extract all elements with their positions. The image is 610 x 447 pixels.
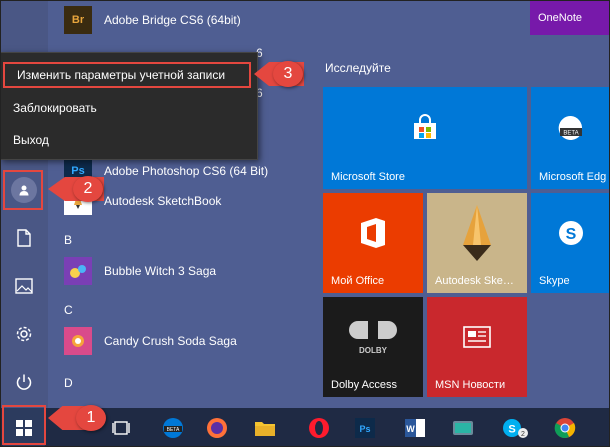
- task-view-icon: [112, 420, 130, 435]
- list-item-label: Autodesk SketchBook: [104, 194, 222, 208]
- taskbar-opera[interactable]: [300, 408, 338, 447]
- svg-text:BETA: BETA: [167, 427, 180, 433]
- list-item-label: Adobe Photoshop CS6 (64 Bit): [104, 164, 269, 178]
- taskbar-firefox[interactable]: [198, 408, 236, 447]
- document-icon: [17, 229, 31, 247]
- tile-label: Skype: [539, 275, 570, 287]
- power-button[interactable]: [0, 360, 48, 404]
- svg-text:W: W: [406, 424, 415, 434]
- list-item-label: Adobe Bridge CS6 (64bit): [104, 13, 241, 27]
- tile-label: Microsoft Edg: [539, 171, 607, 183]
- svg-text:Ps: Ps: [359, 424, 370, 434]
- bubble-witch-icon: [64, 257, 92, 285]
- office-icon: [323, 193, 423, 273]
- tablet-icon: [453, 420, 473, 435]
- start-button-highlight: [2, 405, 46, 445]
- callout-badge-3: 3: [273, 61, 303, 87]
- tile-group-title: Исследуйте: [325, 61, 391, 75]
- svg-text:2: 2: [521, 431, 525, 438]
- svg-text:S: S: [565, 226, 576, 243]
- svg-text:BETA: BETA: [563, 131, 578, 137]
- svg-text:S: S: [508, 423, 515, 435]
- change-account-settings-item[interactable]: Изменить параметры учетной записи: [3, 62, 251, 88]
- user-account-highlight: [3, 170, 43, 210]
- bridge-icon: Br: [64, 6, 92, 34]
- tile-label: Autodesk Ske…: [435, 275, 514, 287]
- word-icon: W: [405, 418, 425, 437]
- tile-label: OneNote: [538, 11, 583, 24]
- power-icon: [16, 374, 32, 390]
- tile-my-office[interactable]: Мой Office: [323, 193, 423, 293]
- edge-beta-icon: BETA: [163, 417, 183, 438]
- dolby-icon: DOLBY: [323, 297, 423, 377]
- taskbar-photoshop[interactable]: Ps: [346, 408, 384, 447]
- folder-icon: [255, 421, 275, 436]
- tile-autodesk-sketchbook[interactable]: Autodesk Ske…: [427, 193, 527, 293]
- sign-out-item[interactable]: Выход: [1, 125, 257, 155]
- documents-button[interactable]: [0, 216, 48, 260]
- tile-microsoft-edge[interactable]: BETA Microsoft Edg: [531, 87, 610, 189]
- list-item-bubble-witch[interactable]: Bubble Witch 3 Saga: [48, 251, 310, 291]
- tile-microsoft-store[interactable]: Microsoft Store: [323, 87, 527, 189]
- taskbar-tablet-app[interactable]: [444, 408, 482, 447]
- svg-text:DOLBY: DOLBY: [359, 346, 388, 355]
- pencil-icon: [427, 193, 527, 273]
- skype-icon: S: [531, 193, 610, 273]
- picture-icon: [15, 278, 33, 294]
- gear-icon: [16, 326, 32, 342]
- tile-onenote[interactable]: OneNote: [530, 0, 610, 35]
- firefox-icon: [207, 417, 227, 438]
- tile-label: Microsoft Store: [331, 171, 405, 183]
- taskbar-skype[interactable]: S2: [496, 408, 534, 447]
- taskbar-chrome[interactable]: [546, 408, 584, 447]
- tile-dolby-access[interactable]: DOLBY Dolby Access: [323, 297, 423, 397]
- opera-icon: [309, 417, 329, 438]
- list-item-label: Bubble Witch 3 Saga: [104, 264, 217, 278]
- photoshop-icon: Ps: [355, 417, 375, 438]
- taskbar-word[interactable]: W: [396, 408, 434, 447]
- candy-crush-icon: [64, 327, 92, 355]
- callout-badge-2: 2: [73, 176, 103, 202]
- task-view-button[interactable]: [102, 408, 140, 447]
- callout-badge-1: 1: [76, 405, 106, 431]
- pictures-button[interactable]: [0, 264, 48, 308]
- section-header-b[interactable]: B: [64, 233, 72, 247]
- news-icon: [427, 297, 527, 377]
- taskbar-file-explorer[interactable]: [246, 408, 284, 447]
- tile-label: Мой Office: [331, 275, 385, 287]
- tile-msn-news[interactable]: MSN Новости: [427, 297, 527, 397]
- account-context-menu: Изменить параметры учетной записи Заблок…: [0, 52, 258, 160]
- edge-beta-icon: BETA: [531, 87, 610, 169]
- list-item-label: Candy Crush Soda Saga: [104, 334, 237, 348]
- section-header-c[interactable]: C: [64, 303, 73, 317]
- skype-icon: S2: [503, 418, 528, 438]
- tile-label: Dolby Access: [331, 379, 398, 391]
- taskbar-edge-beta[interactable]: BETA: [154, 408, 192, 447]
- tile-label: MSN Новости: [435, 379, 506, 391]
- store-icon: [323, 87, 527, 169]
- settings-button[interactable]: [0, 312, 48, 356]
- chrome-icon: [554, 417, 576, 438]
- lock-item[interactable]: Заблокировать: [1, 93, 257, 123]
- list-item-candy-crush[interactable]: Candy Crush Soda Saga: [48, 321, 310, 361]
- tile-skype[interactable]: S Skype: [531, 193, 610, 293]
- list-item-adobe-bridge[interactable]: Br Adobe Bridge CS6 (64bit): [48, 0, 310, 40]
- section-header-d[interactable]: D: [64, 376, 73, 390]
